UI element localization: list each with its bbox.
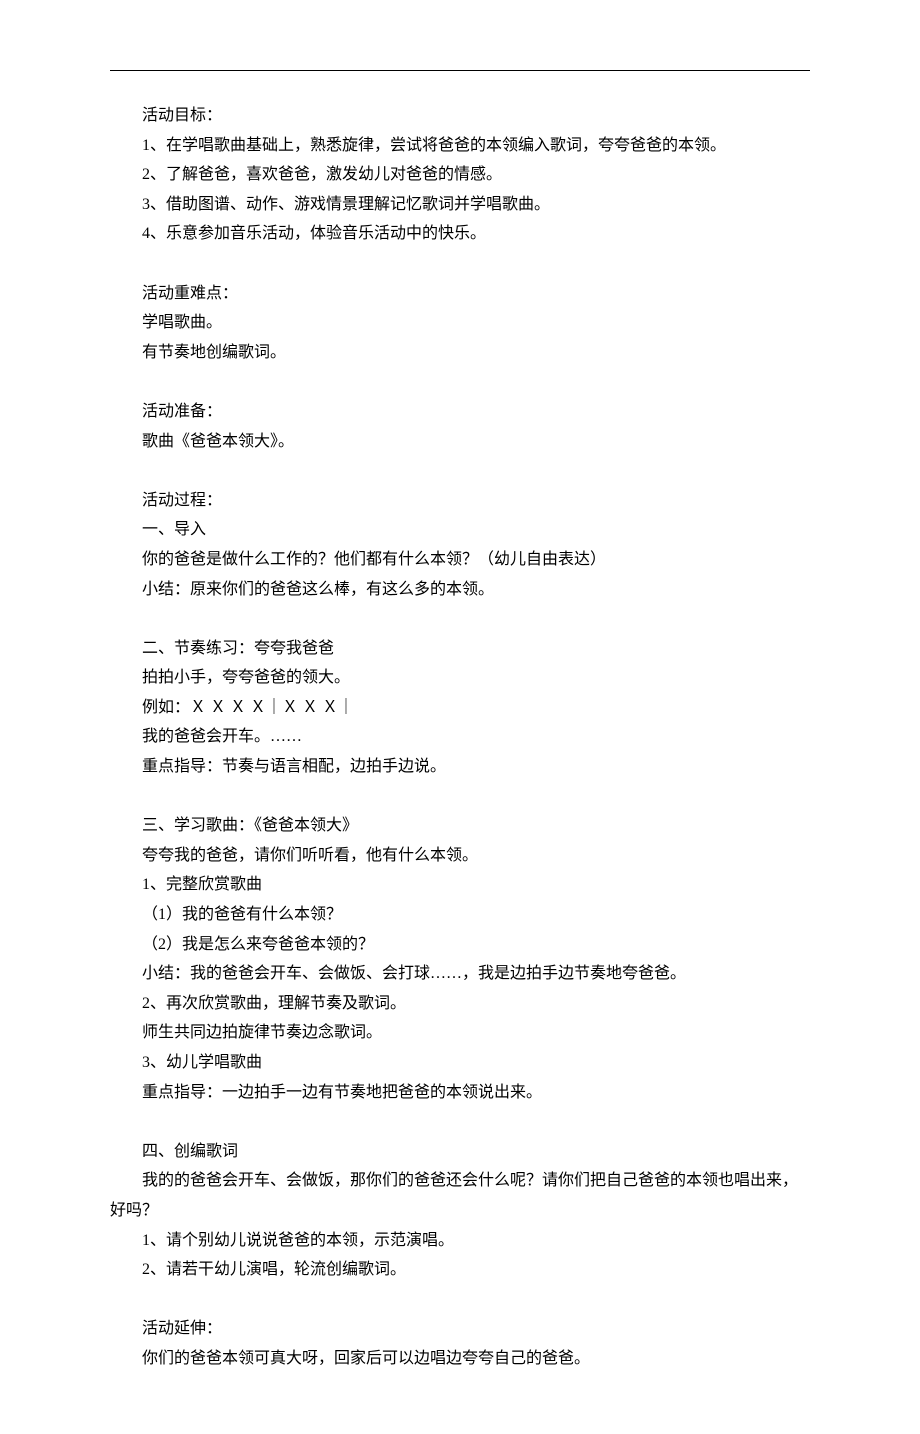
body-line: 夸夸我的爸爸，请你们听听看，他有什么本领。: [110, 841, 810, 871]
body-line: 我的爸爸会开车。……: [110, 722, 810, 752]
body-line: 重点指导：节奏与语言相配，边拍手边说。: [110, 752, 810, 782]
section-heading: 四、创编歌词: [110, 1137, 810, 1167]
body-line: 师生共同边拍旋律节奏边念歌词。: [110, 1018, 810, 1048]
section-heading: 活动过程：: [110, 486, 810, 516]
body-line: 拍拍小手，夸夸爸爸的领大。: [110, 663, 810, 693]
body-line: 我的的爸爸会开车、会做饭，那你们的爸爸还会什么呢？请你们把自己爸爸的本领也唱出来…: [110, 1166, 810, 1225]
blank-line: [110, 782, 810, 812]
blank-line: [110, 1107, 810, 1137]
body-line: 1、完整欣赏歌曲: [110, 870, 810, 900]
body-line: 2、再次欣赏歌曲，理解节奏及歌词。: [110, 989, 810, 1019]
body-line: （1）我的爸爸有什么本领？: [110, 900, 810, 930]
body-line: 3、幼儿学唱歌曲: [110, 1048, 810, 1078]
body-line: 你的爸爸是做什么工作的？他们都有什么本领？（幼儿自由表达）: [110, 545, 810, 575]
body-line: 1、在学唱歌曲基础上，熟悉旋律，尝试将爸爸的本领编入歌词，夸夸爸爸的本领。: [110, 131, 810, 161]
blank-line: [110, 456, 810, 486]
blank-line: [110, 367, 810, 397]
section-heading: 活动准备：: [110, 397, 810, 427]
body-line: 2、了解爸爸，喜欢爸爸，激发幼儿对爸爸的情感。: [110, 160, 810, 190]
body-line: 有节奏地创编歌词。: [110, 338, 810, 368]
body-line: 4、乐意参加音乐活动，体验音乐活动中的快乐。: [110, 219, 810, 249]
section-heading: 二、节奏练习：夸夸我爸爸: [110, 634, 810, 664]
section-heading: 三、学习歌曲：《爸爸本领大》: [110, 811, 810, 841]
section-heading: 活动延伸：: [110, 1314, 810, 1344]
body-line: 歌曲《爸爸本领大》。: [110, 427, 810, 457]
body-line: 3、借助图谱、动作、游戏情景理解记忆歌词并学唱歌曲。: [110, 190, 810, 220]
body-line: 学唱歌曲。: [110, 308, 810, 338]
blank-line: [110, 249, 810, 279]
body-line: 你们的爸爸本领可真大呀，回家后可以边唱边夸夸自己的爸爸。: [110, 1344, 810, 1374]
blank-line: [110, 604, 810, 634]
section-heading: 活动目标：: [110, 101, 810, 131]
body-line: 例如：Ｘ Ｘ Ｘ Ｘ｜Ｘ Ｘ Ｘ｜: [110, 693, 810, 723]
body-line: 一、导入: [110, 515, 810, 545]
horizontal-rule: [110, 70, 810, 71]
body-line: 小结：原来你们的爸爸这么棒，有这么多的本领。: [110, 575, 810, 605]
body-line: （2）我是怎么来夸爸爸本领的？: [110, 930, 810, 960]
body-line: 小结：我的爸爸会开车、会做饭、会打球……，我是边拍手边节奏地夸爸爸。: [110, 959, 810, 989]
body-line: 1、请个别幼儿说说爸爸的本领，示范演唱。: [110, 1226, 810, 1256]
body-line: 重点指导：一边拍手一边有节奏地把爸爸的本领说出来。: [110, 1078, 810, 1108]
section-heading: 活动重难点：: [110, 279, 810, 309]
blank-line: [110, 1285, 810, 1315]
body-line: 2、请若干幼儿演唱，轮流创编歌词。: [110, 1255, 810, 1285]
document-page: 活动目标： 1、在学唱歌曲基础上，熟悉旋律，尝试将爸爸的本领编入歌词，夸夸爸爸的…: [0, 0, 920, 1434]
